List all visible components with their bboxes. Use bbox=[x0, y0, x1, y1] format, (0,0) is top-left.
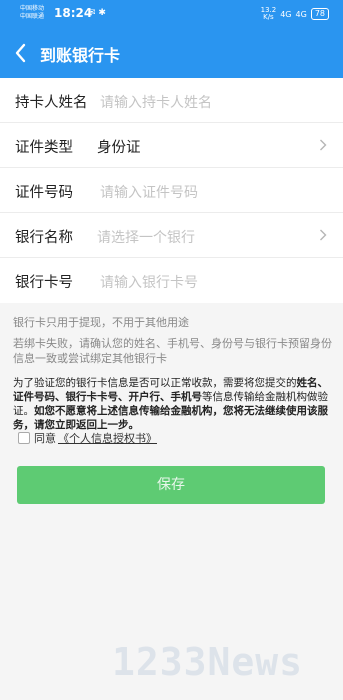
privacy-notice: 为了验证您的银行卡信息是否可以正常收款，需要将您提交的姓名、证件号码、银行卡卡号… bbox=[13, 376, 335, 432]
failure-hint: 若绑卡失败，请确认您的姓名、手机号、身份号与银行卡预留身份信息一致或尝试绑定其他… bbox=[13, 337, 332, 365]
notice-bold-2: 如您不愿意将上述信息传输给金融机构，您将无法继续使用该服务，请您立即返回上一步。 bbox=[13, 405, 328, 431]
agree-checkbox[interactable] bbox=[18, 432, 30, 444]
bank-name-row[interactable]: 银行名称 请选择一个银行 bbox=[0, 213, 343, 258]
chevron-left-icon bbox=[15, 43, 26, 63]
id-number-label: 证件号码 bbox=[15, 185, 73, 201]
cardholder-input[interactable]: 请输入持卡人姓名 bbox=[100, 92, 212, 112]
status-right: 13.2 K/s 4G 4G 78 bbox=[261, 7, 329, 21]
bank-name-label: 银行名称 bbox=[15, 230, 73, 246]
id-type-select[interactable]: 身份证 bbox=[97, 136, 141, 157]
chevron-right-icon bbox=[320, 139, 327, 151]
usage-hint: 银行卡只用于提现，不用于其他用途 bbox=[13, 316, 189, 329]
back-button[interactable] bbox=[10, 40, 32, 66]
card-number-input[interactable]: 请输入银行卡号 bbox=[100, 272, 198, 292]
authorization-link[interactable]: 《个人信息授权书》 bbox=[58, 430, 157, 446]
carrier-2: 中国联通 bbox=[20, 13, 45, 20]
signal-2-icon: 4G bbox=[295, 9, 307, 19]
net-speed-unit: K/s bbox=[263, 13, 274, 21]
id-number-input[interactable]: 请输入证件号码 bbox=[100, 182, 198, 202]
watermark: 1233News bbox=[112, 640, 304, 684]
page-title: 到账银行卡 bbox=[40, 46, 121, 65]
bank-name-select[interactable]: 请选择一个银行 bbox=[97, 227, 195, 247]
agree-prefix: 同意 bbox=[34, 432, 56, 445]
chevron-right-icon bbox=[320, 229, 327, 241]
id-type-row[interactable]: 证件类型 身份证 bbox=[0, 123, 343, 168]
cardholder-row[interactable]: 持卡人姓名 请输入持卡人姓名 bbox=[0, 78, 343, 123]
nav-bar: 到账银行卡 bbox=[0, 28, 343, 78]
bank-card-form: 持卡人姓名 请输入持卡人姓名 证件类型 身份证 证件号码 请输入证件号码 银行名… bbox=[0, 78, 343, 303]
card-number-row[interactable]: 银行卡号 请输入银行卡号 bbox=[0, 258, 343, 303]
carrier-1: 中国移动 bbox=[20, 5, 45, 12]
signal-1-icon: 4G bbox=[280, 9, 292, 19]
card-number-label: 银行卡号 bbox=[15, 275, 73, 291]
clock: 18:24 bbox=[54, 6, 93, 20]
agreement-row: 同意 《个人信息授权书》 bbox=[18, 430, 157, 446]
id-type-label: 证件类型 bbox=[15, 140, 73, 156]
net-speed: 13.2 K/s bbox=[261, 7, 277, 21]
cardholder-label: 持卡人姓名 bbox=[15, 95, 88, 111]
battery-icon: 78 bbox=[310, 8, 329, 20]
status-bar: 中国移动 中国联通 18:24 ✉ ✱ 13.2 K/s 4G 4G 78 bbox=[0, 0, 343, 28]
save-button[interactable]: 保存 bbox=[17, 466, 325, 504]
carrier-info: 中国移动 中国联通 bbox=[20, 5, 44, 21]
id-number-row[interactable]: 证件号码 请输入证件号码 bbox=[0, 168, 343, 213]
notice-text-1: 为了验证您的银行卡信息是否可以正常收款，需要将您提交的 bbox=[13, 377, 297, 389]
notification-icons: ✉ ✱ bbox=[88, 8, 106, 18]
